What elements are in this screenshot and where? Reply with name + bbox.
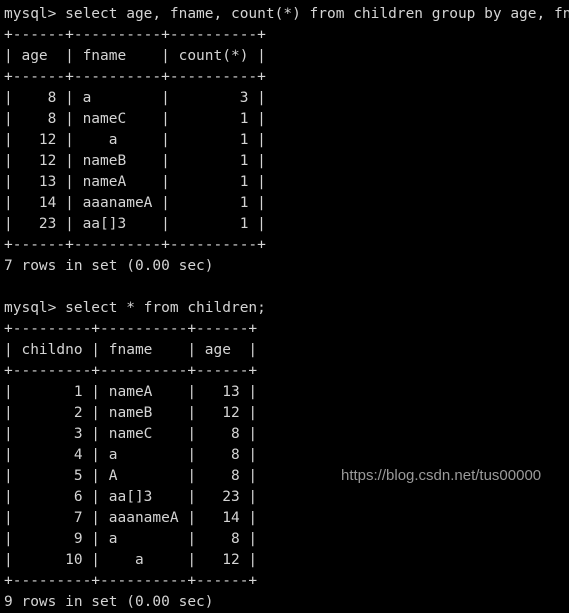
terminal-line-table-row: | 4 | a | 8 |: [4, 447, 258, 463]
terminal-line-table-row: | 10 | a | 12 |: [4, 552, 258, 568]
terminal-line-table-header: | age | fname | count(*) |: [4, 48, 266, 64]
terminal-line-table-row: | 9 | a | 8 |: [4, 531, 258, 547]
terminal-window[interactable]: mysql> select age, fname, count(*) from …: [0, 0, 569, 610]
terminal-line-table-border: +---------+----------+------+: [4, 363, 258, 379]
terminal-line-table-header: | childno | fname | age |: [4, 342, 258, 358]
terminal-line-table-row: | 12 | a | 1 |: [4, 132, 266, 148]
terminal-line-table-row: | 8 | nameC | 1 |: [4, 111, 266, 127]
watermark-url: https://blog.csdn.net/tus00000: [341, 467, 542, 484]
terminal-line-table-row: | 6 | aa[]3 | 23 |: [4, 489, 258, 505]
terminal-line-table-row: | 1 | nameA | 13 |: [4, 384, 258, 400]
terminal-line-table-border: +------+----------+----------+: [4, 237, 266, 253]
terminal-line-table-row: | 23 | aa[]3 | 1 |: [4, 216, 266, 232]
terminal-line-prompt-2: mysql> select * from children;: [4, 300, 266, 316]
terminal-line-table-row: | 3 | nameC | 8 |: [4, 426, 258, 442]
terminal-line-table-row: | 2 | nameB | 12 |: [4, 405, 258, 421]
terminal-line-table-row: | 7 | aaanameA | 14 |: [4, 510, 258, 526]
terminal-line-table-row: | 13 | nameA | 1 |: [4, 174, 266, 190]
terminal-line-status: 9 rows in set (0.00 sec): [4, 594, 214, 610]
terminal-line-prompt-1: mysql> select age, fname, count(*) from …: [4, 6, 569, 22]
terminal-line-table-row: | 8 | a | 3 |: [4, 90, 266, 106]
terminal-line-table-border: +------+----------+----------+: [4, 27, 266, 43]
terminal-line-status: 7 rows in set (0.00 sec): [4, 258, 214, 274]
terminal-line-table-border: +---------+----------+------+: [4, 321, 258, 337]
terminal-line-table-border: +------+----------+----------+: [4, 69, 266, 85]
terminal-line-table-row: | 14 | aaanameA | 1 |: [4, 195, 266, 211]
terminal-line-table-row: | 12 | nameB | 1 |: [4, 153, 266, 169]
terminal-line-table-border: +---------+----------+------+: [4, 573, 258, 589]
